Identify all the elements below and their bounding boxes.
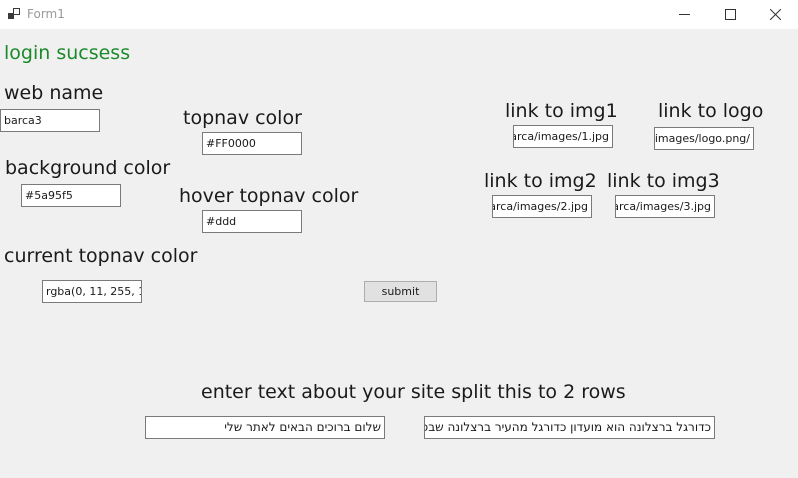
current-topnav-color-label: current topnav color xyxy=(4,245,198,267)
hover-topnav-color-label: hover topnav color xyxy=(179,185,359,207)
login-status-label: login sucsess xyxy=(4,42,131,64)
current-topnav-color-input[interactable]: rgba(0, 11, 255, 1) xyxy=(42,280,142,303)
web-name-input[interactable]: barca3 xyxy=(0,109,100,132)
site-description-row2-input[interactable]: כדורגל ברצלונה הוא מועדון כדורגל מהעיר ב… xyxy=(424,416,715,439)
window-titlebar: Form1 xyxy=(0,0,798,30)
link-img1-label: link to img1 xyxy=(505,100,618,122)
background-color-input[interactable]: #5a95f5 xyxy=(21,184,121,207)
background-color-label: background color xyxy=(5,157,171,179)
minimize-icon xyxy=(678,14,690,15)
link-img2-input[interactable]: arca/images/2.jpg xyxy=(492,195,592,218)
minimize-button[interactable] xyxy=(661,0,707,29)
hover-topnav-color-input[interactable]: #ddd xyxy=(202,210,302,233)
close-icon xyxy=(769,9,781,20)
link-img3-label: link to img3 xyxy=(607,170,720,192)
site-description-row1-input[interactable]: שלום ברוכים הבאים לאתר שלי xyxy=(145,416,385,439)
maximize-icon xyxy=(724,9,736,20)
site-description-label: enter text about your site split this to… xyxy=(201,381,626,403)
form-app-icon xyxy=(8,8,20,19)
link-img1-input[interactable]: arca/images/1.jpg xyxy=(513,125,613,148)
close-button[interactable] xyxy=(752,0,798,29)
web-name-label: web name xyxy=(4,82,104,104)
topnav-color-label: topnav color xyxy=(183,107,302,129)
link-img2-label: link to img2 xyxy=(484,170,597,192)
link-img3-input[interactable]: arca/images/3.jpg xyxy=(615,195,715,218)
form-client-area: login sucsess web name barca3 topnav col… xyxy=(0,30,798,478)
maximize-button[interactable] xyxy=(707,0,753,29)
link-logo-input[interactable]: /images/logo.png xyxy=(654,127,754,150)
link-logo-label: link to logo xyxy=(658,100,764,122)
topnav-color-input[interactable]: #FF0000 xyxy=(202,132,302,155)
submit-button[interactable]: submit xyxy=(364,281,437,302)
window-title: Form1 xyxy=(27,7,65,21)
